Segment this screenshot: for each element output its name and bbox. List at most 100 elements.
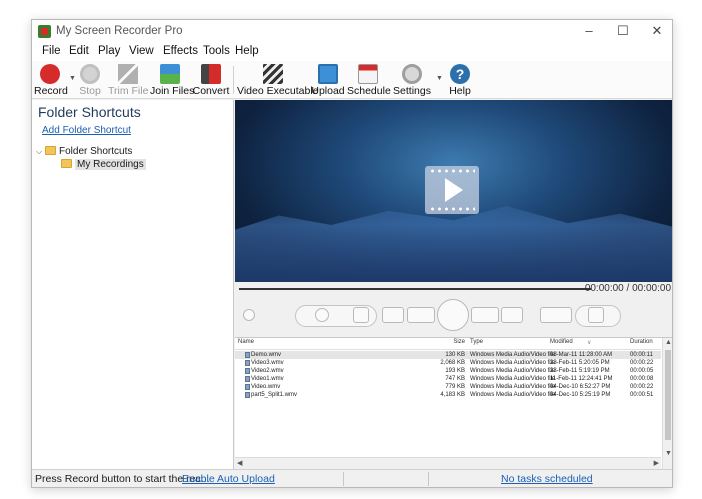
film-perforation-icon: [429, 207, 475, 211]
stop-label: Stop: [79, 85, 101, 97]
file-type: Windows Media Audio/Video file: [470, 368, 556, 374]
scroll-left-icon[interactable]: ◀: [237, 459, 242, 467]
menu-effects[interactable]: Effects: [163, 45, 198, 57]
stop-playback-button[interactable]: [353, 307, 369, 323]
menu-bar: File Edit Play View Effects Tools Help: [32, 43, 672, 61]
table-row[interactable]: Demo.wmv 130 KB Windows Media Audio/Vide…: [235, 351, 661, 359]
calendar-icon: [358, 64, 378, 84]
folder-icon: [45, 146, 56, 155]
rewind-button[interactable]: [407, 307, 435, 323]
upload-label: Upload: [311, 85, 345, 97]
fullscreen-button[interactable]: [588, 307, 604, 323]
scheduled-tasks-link[interactable]: No tasks scheduled: [501, 473, 593, 485]
toolbar-divider: [233, 66, 234, 94]
table-row[interactable]: part5_Split1.wmv 4,183 KB Windows Media …: [235, 391, 661, 399]
menu-view[interactable]: View: [129, 45, 154, 57]
file-name: Video1.wmv: [251, 376, 284, 382]
record-dropdown-icon[interactable]: ▼: [69, 75, 76, 82]
file-modified: 23-Feb-11 5:20:05 PM: [550, 360, 610, 366]
column-type[interactable]: Type: [470, 339, 483, 345]
add-folder-shortcut-link[interactable]: Add Folder Shortcut: [42, 125, 131, 136]
fast-forward-button[interactable]: [471, 307, 499, 323]
column-duration[interactable]: Duration: [630, 339, 653, 345]
recordings-list: Name Size Type Modified ∨ Duration Demo.…: [235, 337, 672, 469]
video-file-icon: [245, 392, 250, 398]
skip-back-button[interactable]: [382, 307, 404, 323]
sort-descending-icon: ∨: [587, 340, 592, 346]
column-modified[interactable]: Modified: [550, 339, 573, 345]
table-row[interactable]: Video.wmv 779 KB Windows Media Audio/Vid…: [235, 383, 661, 391]
tree-item-my-recordings[interactable]: My Recordings: [61, 159, 146, 172]
next-frame-button[interactable]: [540, 307, 572, 323]
play-button[interactable]: [437, 299, 469, 331]
skip-forward-button[interactable]: [501, 307, 523, 323]
settings-label: Settings: [393, 85, 431, 97]
app-window: My Screen Recorder Pro – ☐ ✕ File Edit P…: [31, 19, 673, 488]
enable-auto-upload-link[interactable]: Enable Auto Upload: [182, 473, 275, 485]
file-name: part5_Split1.wmv: [251, 392, 298, 398]
video-file-icon: [245, 352, 250, 358]
scroll-up-icon[interactable]: ▲: [665, 339, 672, 346]
join-files-button[interactable]: Join Files: [150, 62, 194, 98]
file-size: 779 KB: [445, 384, 465, 390]
folder-tree: ⌵ Folder Shortcuts My Recordings: [36, 146, 146, 172]
record-button[interactable]: Record: [34, 62, 68, 98]
column-size[interactable]: Size: [405, 339, 465, 345]
column-name[interactable]: Name: [238, 339, 254, 345]
convert-button[interactable]: Convert: [192, 62, 230, 98]
options-gear-icon[interactable]: [243, 309, 255, 321]
settings-dropdown-icon[interactable]: ▼: [436, 75, 443, 82]
folder-icon: [61, 159, 72, 168]
file-size: 193 KB: [445, 368, 465, 374]
list-header: Name Size Type Modified ∨ Duration: [235, 338, 661, 350]
file-name: Video2.wmv: [251, 368, 284, 374]
status-divider: [343, 472, 344, 486]
seek-bar[interactable]: [239, 288, 591, 290]
schedule-button[interactable]: Schedule: [347, 62, 391, 98]
schedule-label: Schedule: [347, 85, 391, 97]
scroll-right-icon[interactable]: ▶: [654, 459, 659, 467]
help-button[interactable]: ? Help: [445, 62, 475, 98]
power-icon[interactable]: [315, 308, 329, 322]
stop-button[interactable]: Stop: [76, 62, 104, 98]
minimize-button[interactable]: –: [572, 20, 606, 43]
menu-tools[interactable]: Tools: [203, 45, 230, 57]
close-button[interactable]: ✕: [640, 20, 672, 43]
video-file-icon: [245, 384, 250, 390]
maximize-button[interactable]: ☐: [606, 20, 640, 43]
menu-play[interactable]: Play: [98, 45, 120, 57]
upload-icon: [318, 64, 338, 84]
tree-child-label: My Recordings: [75, 159, 146, 170]
horizontal-scrollbar[interactable]: ◀ ▶: [235, 457, 661, 468]
file-duration: 00:00:08: [630, 376, 654, 382]
player-controls: [235, 296, 672, 336]
table-row[interactable]: Video3.wmv 2,068 KB Windows Media Audio/…: [235, 359, 661, 367]
video-executable-button[interactable]: Video Executable: [237, 62, 319, 98]
file-duration: 00:00:22: [630, 360, 654, 366]
table-row[interactable]: Video2.wmv 193 KB Windows Media Audio/Vi…: [235, 367, 661, 375]
scroll-down-icon[interactable]: ▼: [665, 450, 672, 457]
file-duration: 00:00:11: [630, 352, 653, 358]
tree-item-folder-shortcuts[interactable]: ⌵ Folder Shortcuts: [36, 146, 146, 159]
scrollbar-thumb[interactable]: [665, 350, 671, 440]
menu-help[interactable]: Help: [235, 45, 259, 57]
file-name: Demo.wmv: [251, 352, 282, 358]
settings-button[interactable]: Settings: [391, 62, 433, 98]
menu-file[interactable]: File: [42, 45, 61, 57]
upload-button[interactable]: Upload: [311, 62, 345, 98]
file-size: 747 KB: [445, 376, 465, 382]
status-bar: Press Record button to start the rec... …: [32, 469, 672, 487]
file-type: Windows Media Audio/Video file: [470, 360, 556, 366]
chevron-down-icon[interactable]: ⌵: [36, 147, 45, 157]
help-label: Help: [449, 85, 471, 97]
table-row[interactable]: Video1.wmv 747 KB Windows Media Audio/Vi…: [235, 375, 661, 383]
trim-file-button[interactable]: Trim File: [108, 62, 148, 98]
vertical-scrollbar[interactable]: ▲ ▼: [662, 338, 672, 469]
video-file-icon: [245, 360, 250, 366]
menu-edit[interactable]: Edit: [69, 45, 89, 57]
tree-root-label: Folder Shortcuts: [59, 146, 133, 157]
video-preview[interactable]: [235, 100, 672, 282]
clapperboard-icon: [263, 64, 283, 84]
file-name: Video3.wmv: [251, 360, 284, 366]
file-duration: 00:00:05: [630, 368, 654, 374]
